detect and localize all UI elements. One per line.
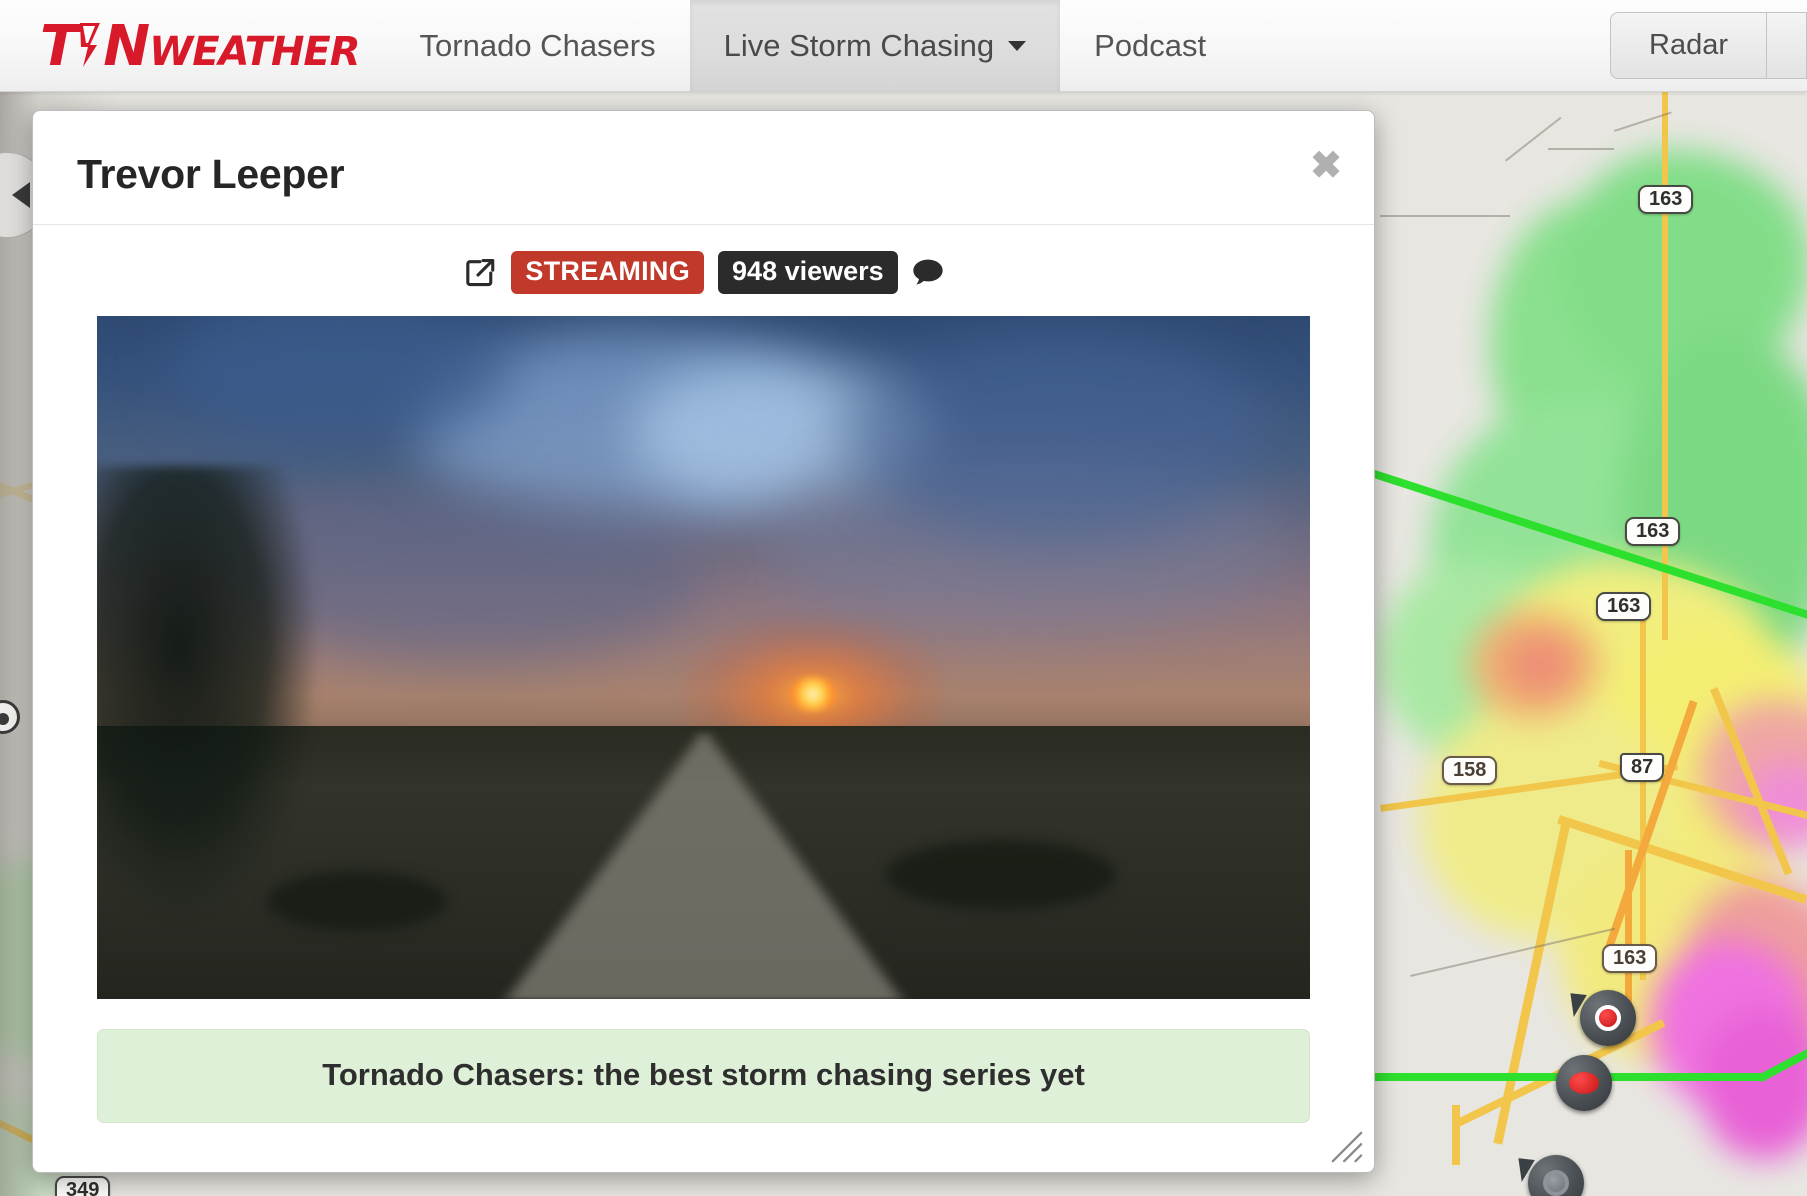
resize-handle-icon[interactable] — [1330, 1130, 1364, 1164]
streaming-badge: STREAMING — [511, 251, 705, 294]
highway-shield: 349 — [55, 1176, 111, 1196]
marker-status-dot — [1595, 1005, 1621, 1031]
viewer-count-badge: 948 viewers — [718, 251, 898, 294]
nav-label: Live Storm Chasing — [723, 28, 995, 63]
top-navbar: TN WEATHER Tornado Chasers Live Storm Ch… — [0, 0, 1807, 92]
radar-button[interactable]: Radar — [1610, 12, 1767, 79]
live-stream-video[interactable] — [97, 316, 1310, 999]
lightning-bolt-icon — [77, 21, 103, 69]
external-link-icon[interactable] — [463, 256, 497, 290]
comment-bubble-icon[interactable] — [912, 258, 944, 288]
highway-shield: 158 — [1442, 756, 1498, 785]
chaser-marker[interactable] — [1556, 1055, 1612, 1111]
county-boundary — [1548, 148, 1614, 150]
modal-body: STREAMING 948 viewers Tornado Chasers: t… — [33, 225, 1374, 1172]
shield-label: 163 — [1649, 188, 1683, 210]
app-root: 163 163 163 158 87 163 349 TN WEATHER To… — [0, 0, 1807, 1196]
highway-shield: 163 — [1596, 592, 1652, 621]
shield-label: 163 — [1613, 947, 1647, 969]
nav-item-tornado-chasers[interactable]: Tornado Chasers — [386, 0, 690, 92]
video-cloud — [849, 329, 1270, 540]
highway-shield: 163 — [1638, 185, 1694, 214]
chaser-stream-modal[interactable]: Trevor Leeper ✖ STREAMING 948 viewers To… — [32, 110, 1375, 1173]
nav-label: Podcast — [1094, 28, 1207, 63]
video-tree-silhouette — [97, 466, 317, 917]
radar-button-label: Radar — [1649, 29, 1728, 61]
video-bush — [885, 840, 1116, 911]
logo-text-tvn: TN — [40, 14, 150, 79]
marker-status-dot — [1569, 1072, 1599, 1094]
stream-status-row: STREAMING 948 viewers — [463, 251, 943, 294]
highway-shield: 163 — [1602, 944, 1658, 973]
shield-label: 349 — [66, 1179, 100, 1196]
site-logo[interactable]: TN WEATHER — [0, 0, 386, 92]
close-icon[interactable]: ✖ — [1310, 147, 1342, 185]
marker-status-dot — [1543, 1170, 1569, 1196]
modal-title: Trevor Leeper — [77, 151, 345, 197]
map-layer-button-group: Radar — [1610, 12, 1807, 79]
video-dirt-road — [506, 729, 901, 999]
highway-line — [1640, 620, 1646, 980]
primary-nav: Tornado Chasers Live Storm Chasing Podca… — [386, 0, 1241, 92]
shield-label: 158 — [1453, 759, 1487, 781]
nav-item-podcast[interactable]: Podcast — [1060, 0, 1240, 92]
logo-text-weather: WEATHER — [149, 29, 360, 75]
shield-label: 163 — [1607, 595, 1641, 617]
promo-alert-text: Tornado Chasers: the best storm chasing … — [322, 1057, 1085, 1092]
nav-right-group: Radar — [1610, 0, 1807, 91]
highway-shield-us: 87 — [1620, 753, 1665, 782]
chevron-down-icon — [1008, 41, 1027, 51]
logo-wordmark: TN WEATHER — [40, 14, 361, 79]
chevron-left-icon — [12, 182, 30, 208]
marker-tail — [1518, 1156, 1538, 1182]
video-sun — [789, 676, 836, 711]
video-bush — [266, 870, 447, 931]
highway-line — [1452, 1105, 1460, 1165]
promo-alert-banner[interactable]: Tornado Chasers: the best storm chasing … — [97, 1029, 1310, 1123]
modal-header: Trevor Leeper ✖ — [33, 111, 1374, 225]
highway-shield: 163 — [1625, 517, 1681, 546]
shield-label: 163 — [1636, 520, 1670, 542]
secondary-layer-button[interactable] — [1767, 12, 1807, 79]
marker-tail — [1570, 991, 1590, 1017]
nav-item-live-storm-chasing[interactable]: Live Storm Chasing — [689, 0, 1061, 92]
nav-label: Tornado Chasers — [419, 28, 656, 63]
county-boundary — [1380, 215, 1510, 217]
chaser-marker-active[interactable] — [1570, 990, 1636, 1046]
shield-label: 87 — [1631, 756, 1654, 778]
